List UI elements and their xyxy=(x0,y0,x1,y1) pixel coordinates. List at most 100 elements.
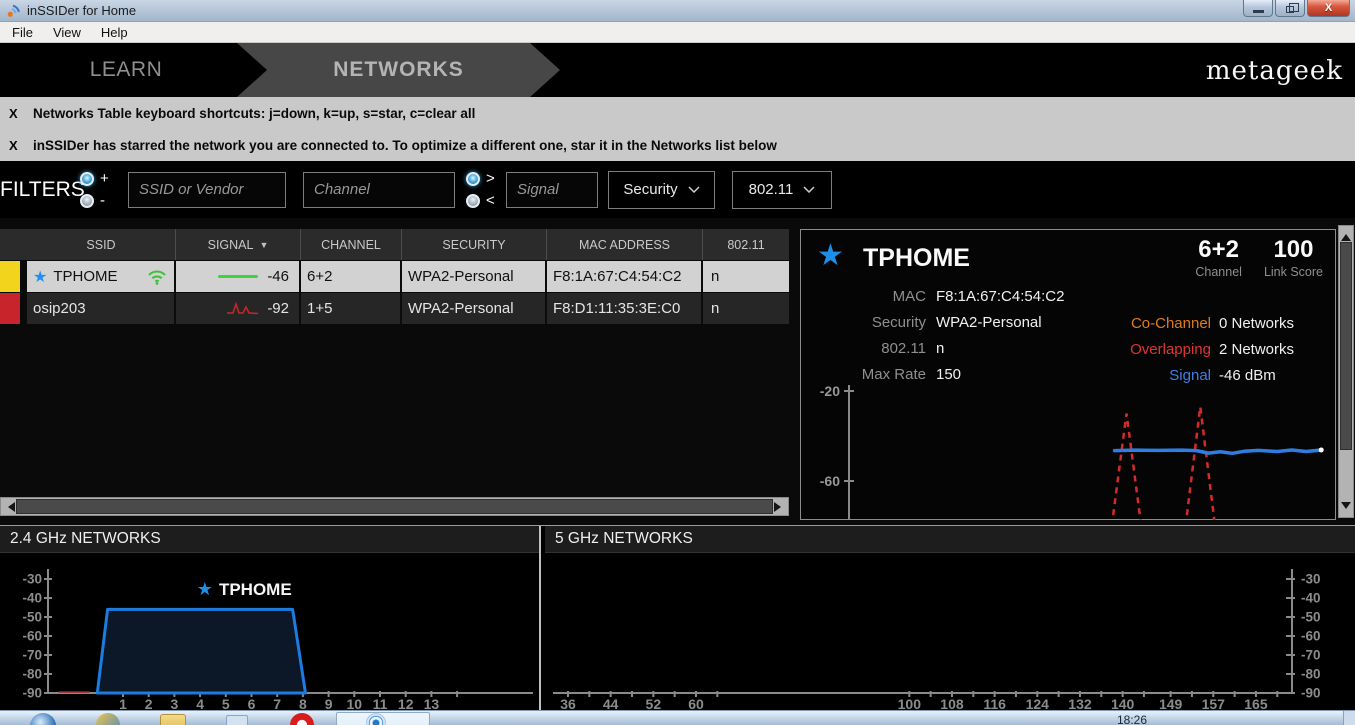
browser-icon[interactable] xyxy=(96,713,120,725)
signal-compare-radios: > < xyxy=(466,170,500,209)
column-header-channel[interactable]: CHANNEL xyxy=(301,229,402,260)
minimize-button[interactable] xyxy=(1243,0,1273,17)
opera-icon[interactable] xyxy=(290,713,314,725)
link-score-label: Link Score xyxy=(1263,265,1323,279)
horizontal-scrollbar[interactable] xyxy=(0,497,789,516)
svg-text:-50: -50 xyxy=(1301,610,1321,625)
link-score-value: 100 xyxy=(1273,236,1314,263)
filters-label: FILTERS xyxy=(0,177,85,201)
greater-than-radio[interactable] xyxy=(466,171,480,186)
scroll-up-arrow[interactable] xyxy=(1341,229,1351,241)
band-5ghz-panel: 5 GHz NETWORKS -30 -40 -50 -60 -70 -80 -90 36 44… xyxy=(545,526,1355,712)
cell-signal: -46 xyxy=(176,261,301,292)
notice-close-button[interactable]: X xyxy=(9,106,33,121)
column-header-security[interactable]: SECURITY xyxy=(402,229,547,260)
metageek-logo: metageek xyxy=(1205,56,1343,86)
svg-text:-80: -80 xyxy=(22,667,42,682)
channel-filter-input[interactable] xyxy=(303,171,455,208)
star-icon: ★ xyxy=(197,579,213,599)
stat-value: 2 Networks xyxy=(1219,341,1295,358)
windows-taskbar: 18:26 xyxy=(0,710,1355,725)
details-ssid: TPHOME xyxy=(863,244,970,272)
svg-text:1: 1 xyxy=(119,696,127,711)
close-icon: X xyxy=(1324,2,1333,14)
minimize-icon xyxy=(1252,10,1264,13)
networks-table: SSID SIGNAL ▼ CHANNEL SECURITY MAC ADDRESS 802… xyxy=(0,229,789,325)
cell-signal: -92 xyxy=(176,293,301,324)
close-button[interactable]: X xyxy=(1307,0,1350,17)
svg-text:-70: -70 xyxy=(1301,648,1321,663)
app-window: inSSIDer for Home X File View Help LEARN N… xyxy=(0,0,1355,725)
svg-text:165: 165 xyxy=(1244,696,1268,711)
star-icon[interactable]: ★ xyxy=(817,238,844,273)
window-app-icon[interactable] xyxy=(226,715,248,725)
notice-close-button[interactable]: X xyxy=(9,138,33,153)
svg-text:7: 7 xyxy=(273,696,281,711)
stat-value: 0 Networks xyxy=(1219,315,1295,332)
svg-text:-90: -90 xyxy=(1301,686,1321,701)
column-header-label: SIGNAL xyxy=(207,237,254,252)
column-header-mac-address[interactable]: MAC ADDRESS xyxy=(547,229,703,260)
ssid-filter-input[interactable] xyxy=(128,171,286,208)
explorer-folder-icon[interactable] xyxy=(160,714,186,725)
field-label: MAC xyxy=(892,288,926,305)
column-header-802-11[interactable]: 802.11 xyxy=(703,229,789,260)
exclude-radio[interactable] xyxy=(80,193,94,208)
cell-80211: n xyxy=(703,293,789,324)
svg-text:11: 11 xyxy=(373,696,388,711)
cell-channel: 6+2 xyxy=(301,261,402,292)
stat-label: Co-Channel xyxy=(1130,315,1211,332)
menu-item-help[interactable]: Help xyxy=(91,25,138,40)
details-fields: MAC F8:1A:67:C4:54:C2 Security WPA2-Persona… xyxy=(801,288,1065,383)
band-24ghz-panel: 2.4 GHz NETWORKS -30 -40 -50 -60 -70 -80 -90 1 2… xyxy=(0,526,539,712)
tab-learn[interactable]: LEARN xyxy=(0,43,252,97)
restore-button[interactable] xyxy=(1275,0,1305,17)
notice-bar: XinSSIDer has starred the network you ar… xyxy=(0,129,1355,161)
main-area: SSID SIGNAL ▼ CHANNEL SECURITY MAC ADDRESS 802… xyxy=(0,218,1355,525)
svg-text:36: 36 xyxy=(560,696,576,711)
svg-text:124: 124 xyxy=(1026,696,1050,711)
svg-text:10: 10 xyxy=(347,696,363,711)
tab-networks[interactable]: NETWORKS xyxy=(237,43,560,97)
menu-bar: File View Help xyxy=(0,22,1355,43)
80211-filter-dropdown[interactable]: 802.11 xyxy=(732,170,832,209)
wifi-icon xyxy=(148,270,166,285)
column-header-ssid[interactable]: SSID xyxy=(27,229,176,260)
svg-text:116: 116 xyxy=(983,696,1006,711)
signal-filter-input[interactable] xyxy=(506,171,598,208)
cell-channel: 1+5 xyxy=(301,293,402,324)
svg-text:2: 2 xyxy=(145,696,153,711)
svg-text:8: 8 xyxy=(299,696,307,711)
restore-icon xyxy=(1286,3,1299,13)
column-header-signal[interactable]: SIGNAL ▼ xyxy=(176,229,301,260)
table-row[interactable]: osip203 -92 1+5 WPA2-Personal F8:D1:11:35:3E… xyxy=(0,293,789,324)
cell-ssid: osip203 xyxy=(27,293,176,324)
menu-item-file[interactable]: File xyxy=(2,25,43,40)
column-header-label: CHANNEL xyxy=(321,237,381,252)
security-filter-dropdown[interactable]: Security xyxy=(608,170,715,209)
cell-ssid: ★ TPHOME xyxy=(27,261,176,292)
horizontal-scroll-thumb[interactable] xyxy=(16,499,773,514)
vertical-scroll-thumb[interactable] xyxy=(1340,242,1352,450)
vertical-scrollbar[interactable] xyxy=(1338,225,1354,518)
include-label: + xyxy=(100,170,109,187)
start-orb-icon[interactable] xyxy=(30,713,56,725)
column-header-label: SSID xyxy=(86,237,116,252)
sort-descending-icon: ▼ xyxy=(259,239,269,250)
scroll-down-arrow[interactable] xyxy=(1341,502,1351,514)
scroll-right-arrow[interactable] xyxy=(774,502,786,512)
less-than-radio[interactable] xyxy=(466,193,480,208)
notice-bar: X Networks Table keyboard shortcuts: j=do… xyxy=(0,97,1355,129)
band-5ghz-title: 5 GHz NETWORKS xyxy=(545,526,1355,553)
signal-sparkline xyxy=(218,275,259,278)
table-row[interactable]: ★ TPHOME -46 6+2 WPA2-Personal F8:1A:67:C4:54… xyxy=(0,261,789,292)
network-details-panel: ★ TPHOME 6+2 Channel 100 Link Score MAC F… xyxy=(800,229,1336,520)
svg-text:-70: -70 xyxy=(22,648,42,663)
band-5ghz-chart: -30 -40 -50 -60 -70 -80 -90 36 44 52 60 100 108 116 12… xyxy=(553,569,1321,712)
show-desktop-button[interactable] xyxy=(1343,711,1355,725)
svg-text:12: 12 xyxy=(398,696,414,711)
menu-item-view[interactable]: View xyxy=(43,25,91,40)
include-radio[interactable] xyxy=(80,171,94,186)
star-icon[interactable]: ★ xyxy=(33,267,47,287)
scroll-left-arrow[interactable] xyxy=(3,502,15,512)
